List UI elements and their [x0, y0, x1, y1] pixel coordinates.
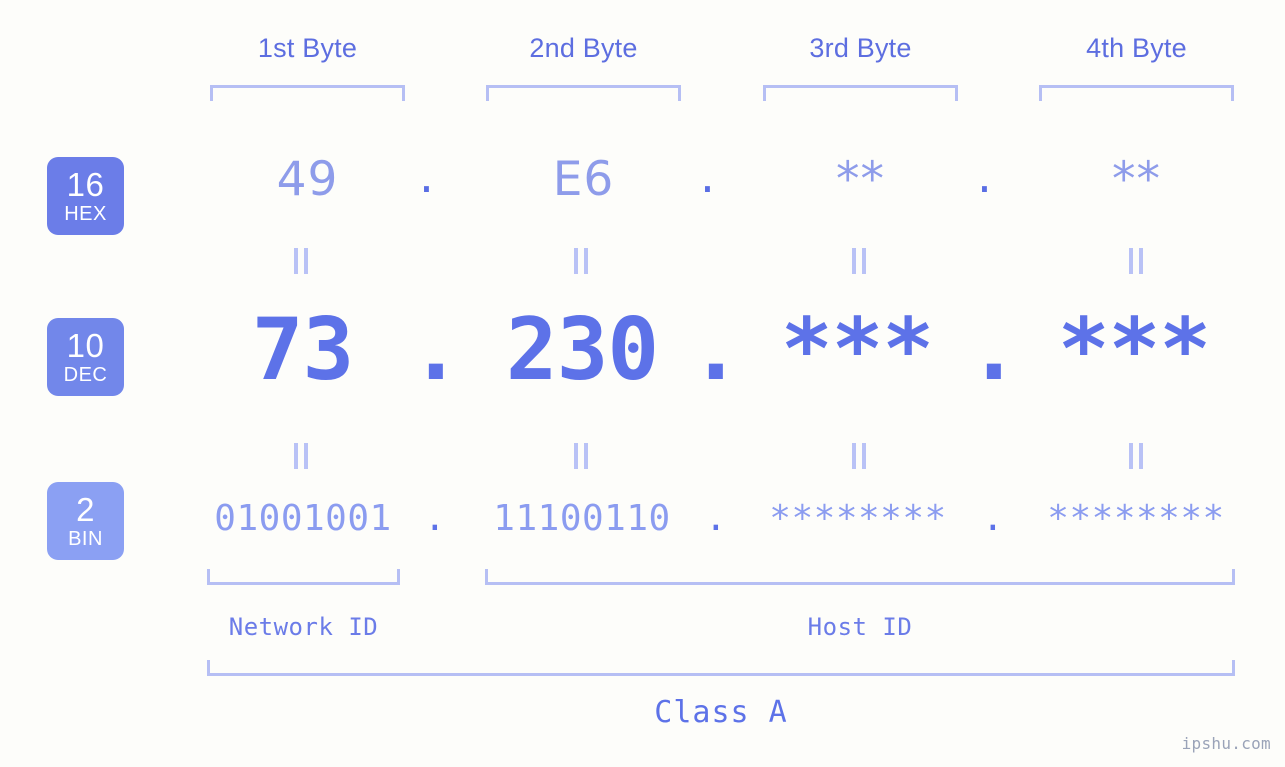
dec-byte-1: 73: [251, 300, 355, 400]
bin-byte-4: ********: [1047, 498, 1225, 539]
hex-byte-2: E6: [552, 152, 615, 207]
equals-icon-dec-bin-3: [852, 443, 866, 469]
equals-icon-hex-dec-4: [1129, 248, 1143, 274]
base-badge-hex-name: HEX: [64, 203, 107, 225]
byte-header-1: 1st Byte: [257, 33, 358, 63]
hex-byte-4: **: [1112, 152, 1161, 207]
hex-separator-3: .: [977, 149, 992, 204]
equals-icon-dec-bin-2: [574, 443, 588, 469]
bin-separator-2: .: [705, 498, 727, 539]
dec-byte-4: ***: [1057, 300, 1211, 400]
bin-byte-3: ********: [769, 498, 947, 539]
byte-bracket-3: [763, 85, 958, 101]
base-badge-bin: 2 BIN: [47, 482, 124, 560]
hex-byte-3: **: [836, 152, 885, 207]
byte-bracket-1: [210, 85, 405, 101]
base-badge-dec: 10 DEC: [47, 318, 124, 396]
base-badge-dec-number: 10: [66, 327, 105, 364]
network-id-bracket: [207, 569, 400, 585]
equals-icon-hex-dec-2: [574, 248, 588, 274]
dec-separator-2: .: [690, 300, 742, 400]
class-bracket: [207, 660, 1235, 676]
hex-separator-1: .: [419, 149, 434, 204]
base-badge-hex: 16 HEX: [47, 157, 124, 235]
base-badge-hex-number: 16: [66, 166, 105, 203]
hex-separator-2: .: [700, 149, 715, 204]
dec-byte-3: ***: [780, 300, 934, 400]
base-badge-dec-name: DEC: [63, 364, 108, 386]
dec-separator-1: .: [410, 300, 462, 400]
byte-bracket-4: [1039, 85, 1234, 101]
dec-byte-2: 230: [505, 300, 659, 400]
class-label: Class A: [654, 695, 788, 730]
base-badge-bin-number: 2: [76, 491, 95, 528]
byte-header-3: 3rd Byte: [809, 33, 912, 63]
byte-header-4: 4th Byte: [1086, 33, 1187, 63]
site-watermark: ipshu.com: [1181, 734, 1271, 753]
bin-separator-1: .: [424, 498, 446, 539]
bin-separator-3: .: [982, 498, 1004, 539]
hex-byte-1: 49: [276, 152, 339, 207]
network-id-label: Network ID: [228, 613, 379, 641]
base-badge-bin-name: BIN: [68, 528, 103, 550]
host-id-label: Host ID: [807, 613, 913, 641]
bin-byte-2: 11100110: [493, 498, 671, 539]
equals-icon-dec-bin-4: [1129, 443, 1143, 469]
byte-header-2: 2nd Byte: [529, 33, 638, 63]
equals-icon-dec-bin-1: [294, 443, 308, 469]
bin-byte-1: 01001001: [214, 498, 392, 539]
dec-separator-3: .: [968, 300, 1020, 400]
equals-icon-hex-dec-3: [852, 248, 866, 274]
byte-bracket-2: [486, 85, 681, 101]
ip-address-breakdown-diagram: 1st Byte 2nd Byte 3rd Byte 4th Byte 16 H…: [0, 0, 1285, 767]
host-id-bracket: [485, 569, 1235, 585]
equals-icon-hex-dec-1: [294, 248, 308, 274]
